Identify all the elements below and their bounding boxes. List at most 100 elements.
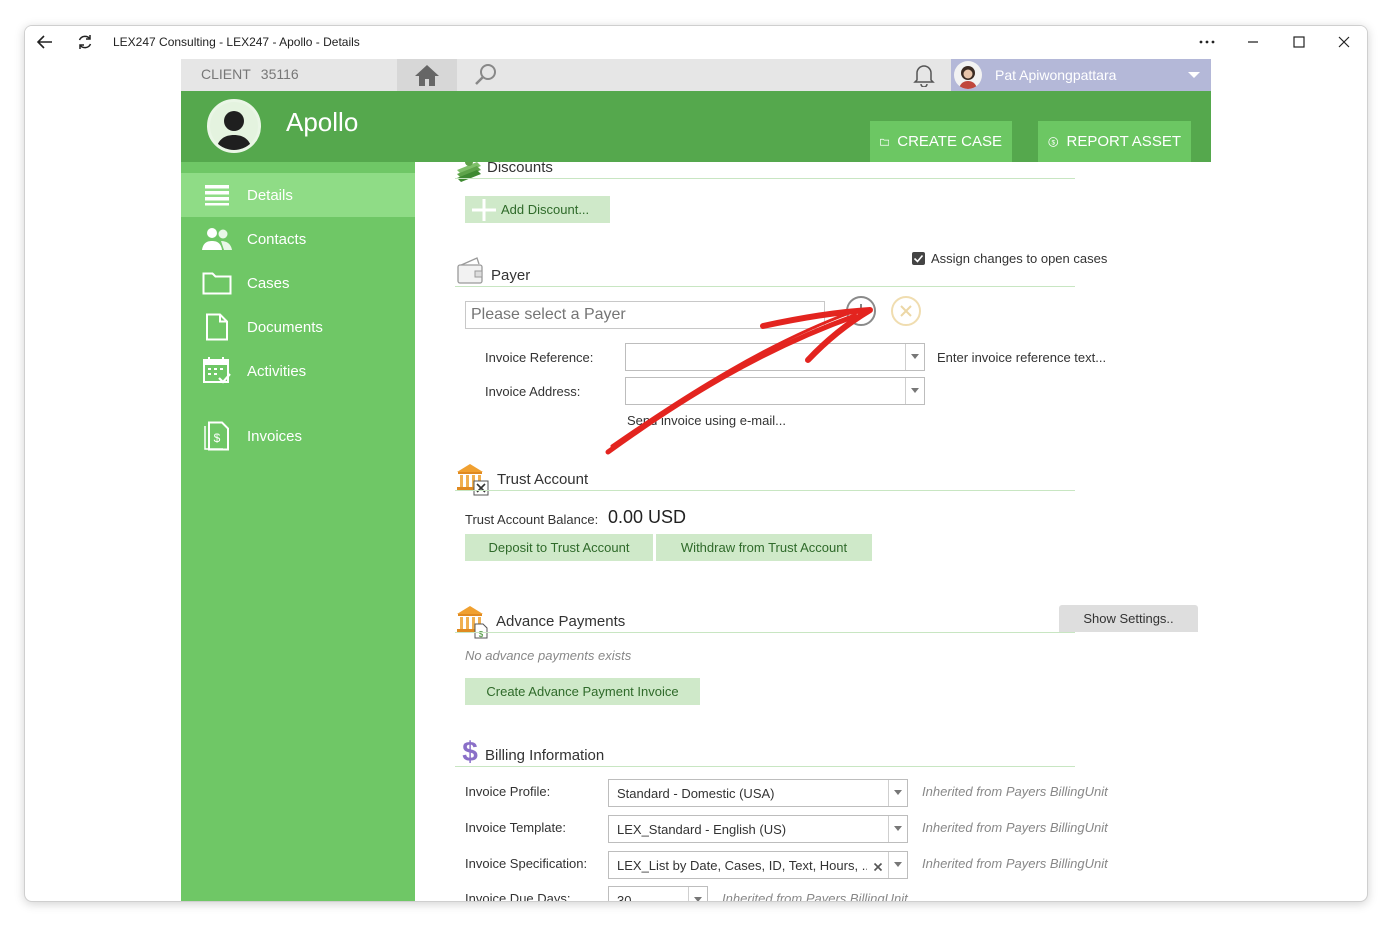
invoice-specification-combo[interactable]: LEX_List by Date, Cases, ID, Text, Hours… — [608, 851, 908, 879]
notifications-button[interactable] — [911, 62, 937, 88]
more-options-icon[interactable] — [1193, 30, 1221, 54]
dollar-icon: $ — [462, 736, 478, 766]
invoice-reference-hint: Enter invoice reference text... — [937, 350, 1107, 365]
invoice-specification-label: Invoice Specification: — [465, 856, 588, 871]
section-divider — [455, 490, 1075, 491]
chevron-down-icon[interactable] — [905, 344, 924, 370]
chevron-down-icon — [1188, 72, 1200, 78]
clear-icon[interactable] — [873, 859, 883, 877]
create-advance-invoice-button[interactable]: Create Advance Payment Invoice — [465, 678, 700, 705]
deposit-trust-label: Deposit to Trust Account — [488, 540, 630, 555]
refresh-icon[interactable] — [73, 30, 97, 54]
svg-text:$: $ — [462, 736, 478, 766]
create-case-label: CREATE CASE — [897, 133, 1002, 150]
close-icon — [900, 305, 912, 317]
show-settings-label: Show Settings.. — [1083, 611, 1174, 626]
advance-empty-text: No advance payments exists — [465, 648, 632, 663]
client-name: Apollo — [286, 107, 359, 137]
window-title: LEX247 Consulting - LEX247 - Apollo - De… — [113, 35, 360, 49]
top-bar: CLIENT 35116 Pat Apiwongpattara — [181, 59, 1211, 91]
home-button[interactable] — [397, 59, 457, 91]
person-icon — [216, 111, 252, 150]
invoice-template-hint: Inherited from Payers BillingUnit — [922, 820, 1108, 835]
add-payer-plus-button[interactable] — [846, 296, 876, 326]
client-avatar — [207, 99, 261, 153]
assign-changes-checkbox[interactable] — [912, 252, 925, 265]
billing-title: Billing Information — [485, 747, 605, 764]
sidebar-item-activities[interactable]: Activities — [181, 349, 415, 393]
section-divider — [455, 632, 1075, 633]
money-stack-icon — [457, 162, 481, 182]
report-asset-label: REPORT ASSET — [1066, 133, 1182, 150]
invoice-template-value: LEX_Standard - English (US) — [617, 822, 787, 837]
search-button[interactable] — [461, 59, 511, 91]
client-header: Apollo CREATE CASE $ REPORT ASSET — [181, 91, 1211, 162]
invoice-due-days-hint: Inherited from Payers BillingUnit — [722, 891, 908, 901]
invoice-profile-combo[interactable]: Standard - Domestic (USA) — [608, 779, 908, 807]
bell-icon — [913, 65, 935, 87]
discounts-title: Discounts — [487, 162, 553, 176]
report-asset-button[interactable]: $ REPORT ASSET — [1038, 121, 1191, 162]
assign-changes-label: Assign changes to open cases — [931, 251, 1108, 266]
invoice-profile-value: Standard - Domestic (USA) — [617, 786, 775, 801]
deposit-trust-button[interactable]: Deposit to Trust Account — [465, 534, 653, 561]
invoice-address-label: Invoice Address: — [485, 384, 581, 399]
sidebar-item-invoices[interactable]: $ Invoices — [181, 414, 415, 458]
chevron-down-icon[interactable] — [888, 780, 907, 806]
back-arrow-icon[interactable] — [33, 30, 57, 54]
wallet-icon — [457, 257, 483, 284]
sidebar-item-label: Cases — [247, 274, 290, 292]
invoice-reference-combo[interactable] — [625, 343, 925, 371]
sidebar-item-label: Documents — [247, 318, 323, 336]
plus-icon — [472, 198, 496, 221]
app-window: LEX247 Consulting - LEX247 - Apollo - De… — [24, 25, 1368, 902]
withdraw-trust-button[interactable]: Withdraw from Trust Account — [656, 534, 872, 561]
list-icon — [201, 179, 233, 211]
chevron-down-icon[interactable] — [888, 852, 907, 878]
section-divider — [455, 286, 1075, 287]
folder-icon — [880, 138, 890, 146]
client-label: CLIENT — [201, 66, 251, 82]
dollar-circle-icon: $ — [1048, 136, 1059, 147]
section-divider — [455, 766, 1075, 767]
app-area: CLIENT 35116 Pat Apiwongpattara Apollo C… — [181, 59, 1211, 901]
sidebar-item-contacts[interactable]: Contacts — [181, 217, 415, 261]
invoice-due-days-input[interactable]: 30 — [608, 886, 708, 901]
invoice-reference-label: Invoice Reference: — [485, 350, 594, 365]
withdraw-trust-label: Withdraw from Trust Account — [680, 540, 848, 555]
stepper-icon[interactable] — [688, 887, 707, 901]
show-settings-button[interactable]: Show Settings.. — [1059, 605, 1198, 632]
chevron-down-icon[interactable] — [888, 816, 907, 842]
title-bar: LEX247 Consulting - LEX247 - Apollo - De… — [25, 26, 1367, 59]
sidebar-item-documents[interactable]: Documents — [181, 305, 415, 349]
add-discount-button[interactable]: Add Discount... — [465, 196, 610, 223]
send-invoice-email-link[interactable]: Send invoice using e-mail... — [627, 413, 786, 428]
home-icon — [415, 65, 439, 86]
create-case-button[interactable]: CREATE CASE — [870, 121, 1012, 162]
clear-payer-button[interactable] — [891, 296, 921, 326]
user-name: Pat Apiwongpattara — [995, 67, 1117, 83]
bank-invoice-icon: $ — [457, 606, 488, 639]
invoice-specification-hint: Inherited from Payers BillingUnit — [922, 856, 1108, 871]
sidebar-item-label: Activities — [247, 362, 307, 380]
sidebar-item-cases[interactable]: Cases — [181, 261, 415, 305]
chevron-down-icon[interactable] — [905, 378, 924, 404]
payer-select-input[interactable] — [465, 301, 825, 329]
section-divider — [455, 178, 1075, 179]
close-icon[interactable] — [1330, 30, 1358, 54]
details-content: Discounts Add Discount... Payer Assign c… — [415, 162, 1211, 901]
invoice-template-combo[interactable]: LEX_Standard - English (US) — [608, 815, 908, 843]
bank-icon — [457, 464, 489, 496]
contacts-icon — [201, 223, 233, 255]
advance-payments-title: Advance Payments — [496, 613, 626, 630]
svg-text:$: $ — [214, 431, 221, 445]
client-number: 35116 — [260, 66, 299, 82]
minimize-icon[interactable] — [1239, 30, 1267, 54]
invoice-due-days-label: Invoice Due Days: — [465, 891, 571, 901]
invoice-address-combo[interactable] — [625, 377, 925, 405]
maximize-icon[interactable] — [1285, 30, 1313, 54]
user-menu[interactable]: Pat Apiwongpattara — [951, 59, 1211, 91]
checkmark-icon — [913, 254, 924, 263]
sidebar-item-details[interactable]: Details — [181, 173, 415, 217]
document-icon — [201, 311, 233, 343]
